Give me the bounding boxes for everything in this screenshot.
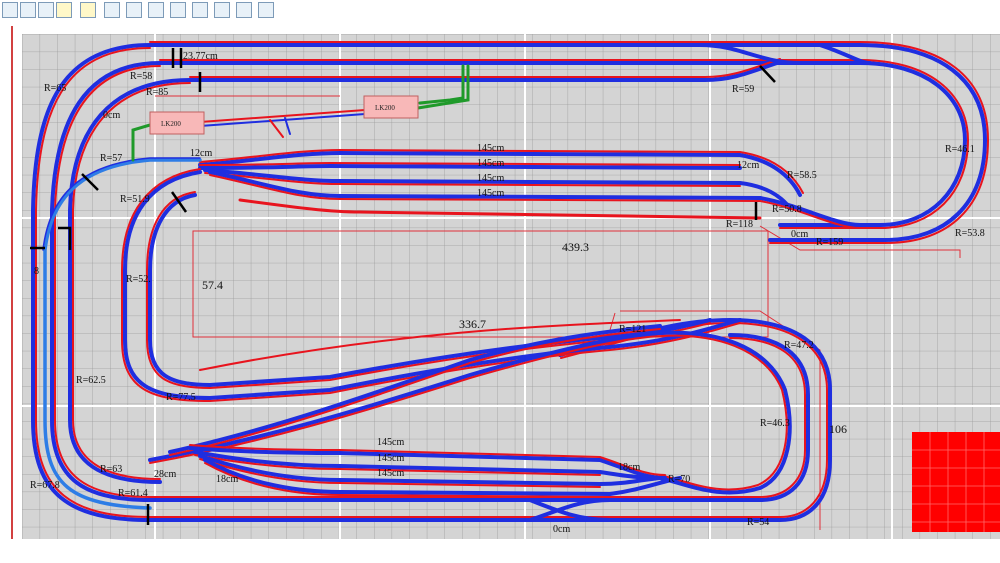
track-tool-button[interactable] [258, 2, 274, 18]
radius-label: R=57 [100, 153, 122, 164]
track-tool-button[interactable] [236, 2, 252, 18]
track-tool-button[interactable] [104, 2, 120, 18]
length-label: 145cm [477, 188, 504, 199]
length-label: 145cm [477, 173, 504, 184]
toolbar [0, 0, 1000, 26]
length-label: 28cm [154, 469, 176, 480]
lk200-label: LK200 [161, 120, 181, 128]
radius-label: R=61.4 [118, 488, 148, 499]
length-label: 145cm [377, 453, 404, 464]
length-label: 145cm [477, 158, 504, 169]
radius-label: R=63 [100, 464, 122, 475]
radius-label: R=118 [726, 219, 753, 230]
radius-label: R=51.9 [120, 194, 150, 205]
length-label: 12cm [190, 148, 212, 159]
dimension-label: 439.3 [562, 240, 589, 254]
track-tool-button[interactable] [148, 2, 164, 18]
radius-label: R=77.5 [166, 392, 196, 403]
track-tool-button[interactable] [126, 2, 142, 18]
lk200-block-1[interactable]: LK200 [149, 111, 205, 135]
length-label: 0cm [103, 110, 120, 121]
radius-label: R=85 [146, 87, 168, 98]
platform-block [912, 432, 1000, 532]
track-tool-button[interactable] [214, 2, 230, 18]
length-label: 18cm [618, 462, 640, 473]
dimension-label: 106 [829, 422, 847, 436]
radius-label: R=46.1 [945, 144, 975, 155]
radius-label: R=47.2 [784, 340, 814, 351]
radius-label: R=159 [816, 237, 843, 248]
length-label: 0cm [553, 524, 570, 535]
track-tool-button[interactable] [192, 2, 208, 18]
length-label: 145cm [377, 468, 404, 479]
length-label: 145cm [477, 143, 504, 154]
radius-label: R=121 [619, 324, 646, 335]
radius-label: R=53.8 [955, 228, 985, 239]
radius-label: 8 [34, 266, 39, 277]
radius-label: R=67.8 [30, 480, 60, 491]
radius-label: R=46.3 [760, 418, 790, 429]
lightning-tool-button[interactable] [2, 2, 18, 18]
length-label: 23.77cm [183, 51, 218, 62]
length-label: 18cm [216, 474, 238, 485]
length-label: 12cm [737, 160, 759, 171]
radius-label: R=58.5 [787, 170, 817, 181]
radius-label: R=52. [126, 274, 151, 285]
radius-label: R=58 [130, 71, 152, 82]
track-tool-button[interactable] [170, 2, 186, 18]
cursor-tool-button[interactable] [80, 2, 96, 18]
dimension-label: 336.7 [459, 317, 486, 331]
radius-label: R=54 [747, 517, 769, 528]
lightning-tool-button[interactable] [56, 2, 72, 18]
dimension-label: 57.4 [202, 278, 223, 292]
length-label: 0cm [791, 229, 808, 240]
radius-label: R=65 [44, 83, 66, 94]
lk200-label: LK200 [375, 104, 395, 112]
layout-canvas[interactable]: LK200 LK200 R=65 R=58 R=85 0cm R=57 12cm… [0, 26, 1000, 539]
radius-label: R=62.5 [76, 375, 106, 386]
radius-label: R=50.8 [772, 204, 802, 215]
lightning-tool-button[interactable] [20, 2, 36, 18]
radius-label: R=59 [732, 84, 754, 95]
length-label: 145cm [377, 437, 404, 448]
lightning-tool-button[interactable] [38, 2, 54, 18]
lk200-block-2[interactable]: LK200 [363, 95, 419, 119]
radius-label: R=70 [668, 474, 690, 485]
